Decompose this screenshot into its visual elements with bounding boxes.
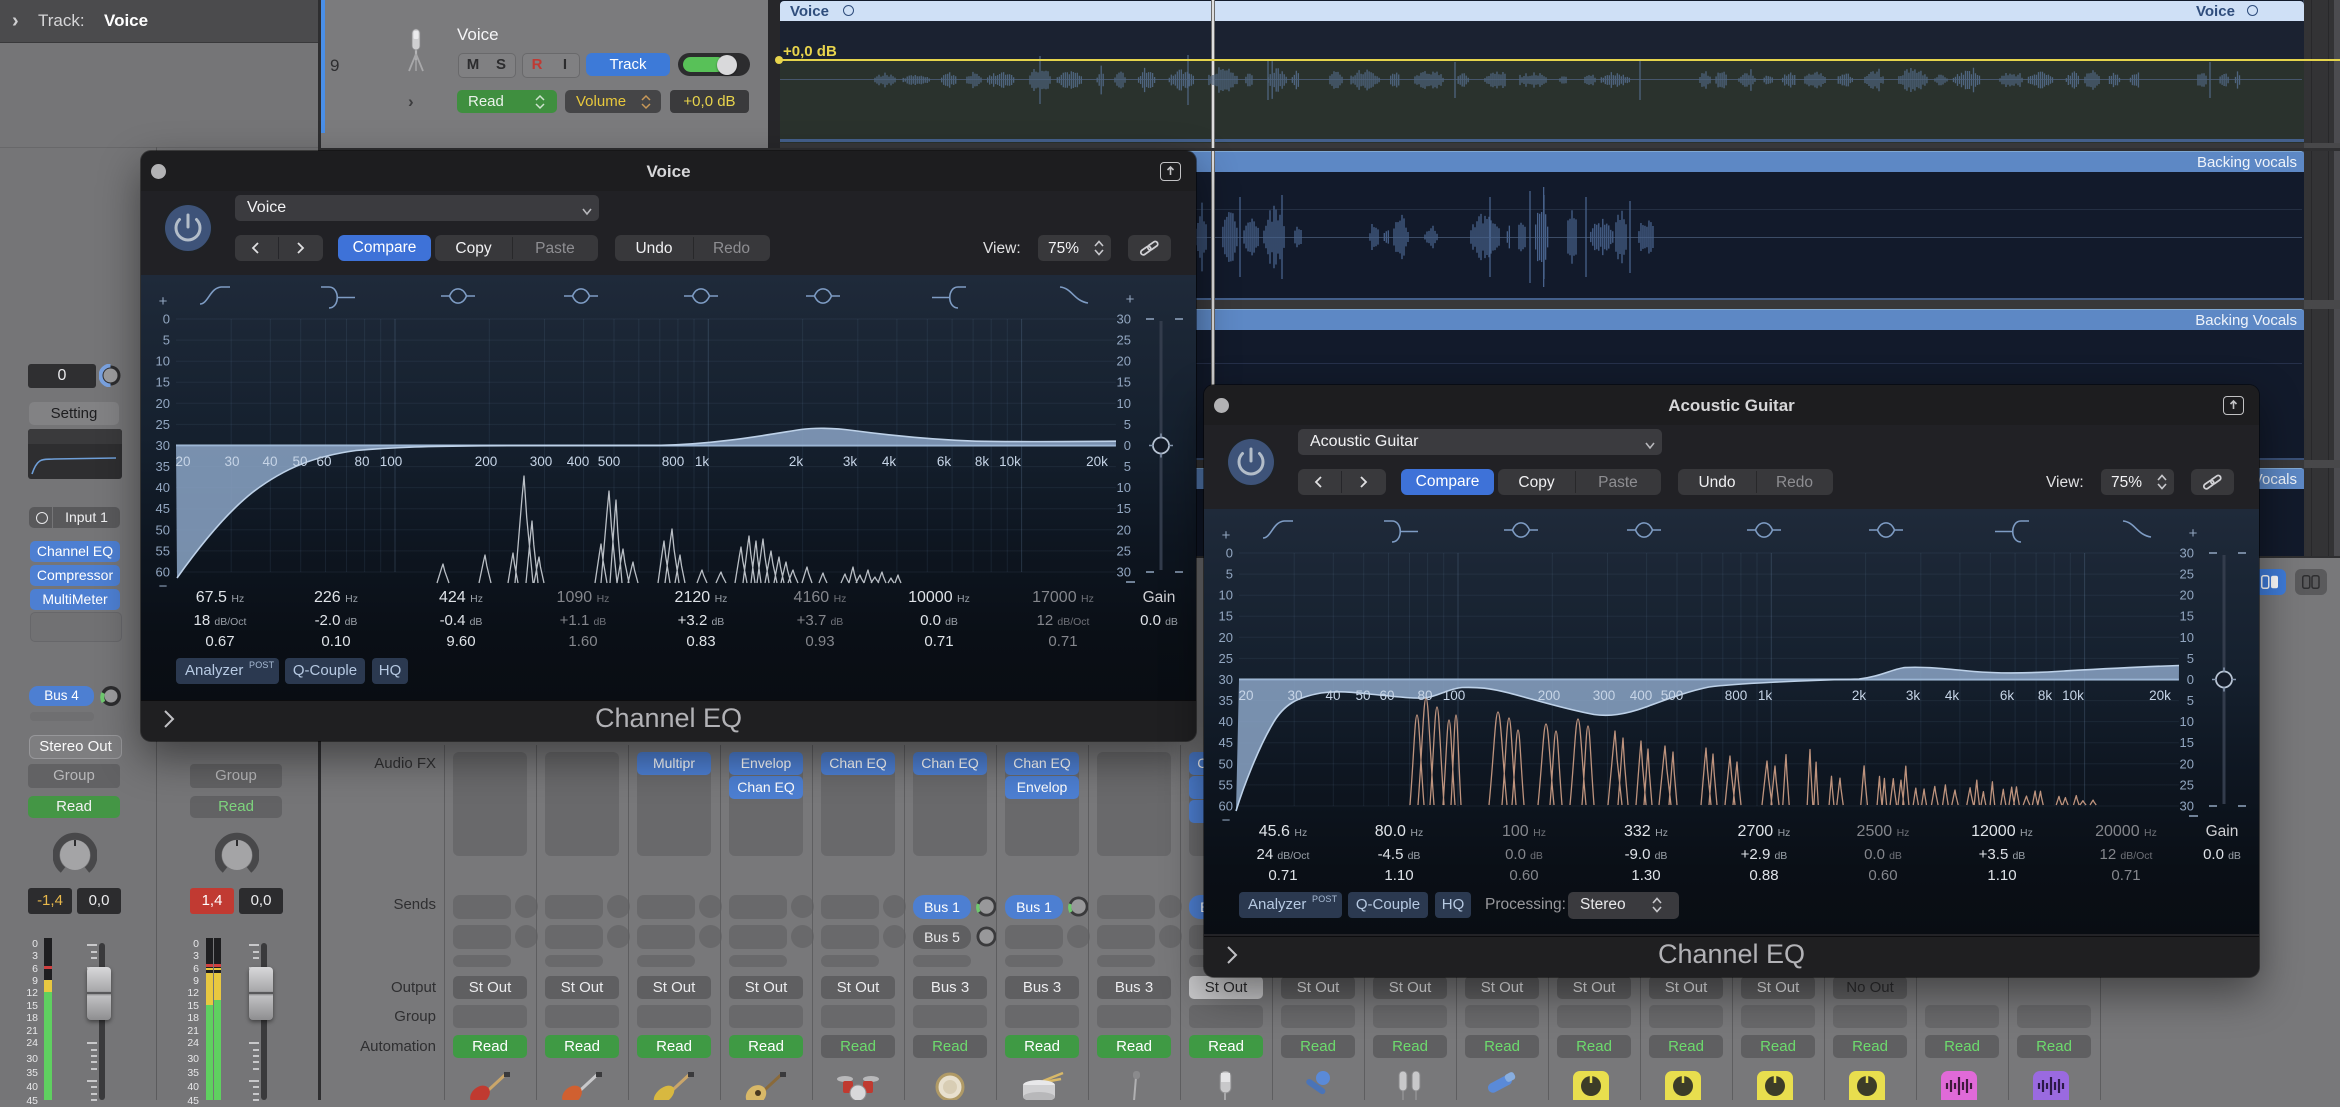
- svg-text:100: 100: [1443, 688, 1466, 703]
- svg-text:15: 15: [156, 375, 170, 390]
- svg-text:30: 30: [1117, 565, 1131, 580]
- svg-text:10: 10: [1117, 396, 1131, 411]
- svg-text:45: 45: [156, 501, 170, 516]
- svg-text:80: 80: [1417, 688, 1432, 703]
- svg-text:15: 15: [2180, 609, 2194, 624]
- svg-text:10: 10: [1117, 480, 1131, 495]
- svg-text:25: 25: [2180, 567, 2194, 582]
- svg-text:30: 30: [2180, 546, 2194, 561]
- svg-text:6k: 6k: [937, 454, 952, 469]
- svg-text:30: 30: [1287, 688, 1302, 703]
- svg-text:15: 15: [1219, 609, 1233, 624]
- svg-text:60: 60: [1379, 688, 1394, 703]
- svg-text:10: 10: [2180, 630, 2194, 645]
- svg-text:5: 5: [163, 333, 170, 348]
- svg-text:200: 200: [1538, 688, 1561, 703]
- svg-text:5: 5: [2187, 651, 2194, 666]
- svg-text:200: 200: [475, 454, 498, 469]
- svg-text:10: 10: [2180, 714, 2194, 729]
- svg-text:50: 50: [156, 522, 170, 537]
- svg-text:20: 20: [1117, 354, 1131, 369]
- svg-text:50: 50: [1219, 756, 1233, 771]
- svg-text:20: 20: [1219, 630, 1233, 645]
- svg-text:25: 25: [1117, 543, 1131, 558]
- svg-text:20: 20: [175, 454, 190, 469]
- svg-text:25: 25: [2180, 777, 2194, 792]
- svg-text:40: 40: [1325, 688, 1340, 703]
- svg-text:0: 0: [163, 312, 170, 327]
- svg-text:20: 20: [2180, 756, 2194, 771]
- svg-text:4k: 4k: [1945, 688, 1960, 703]
- svg-text:10k: 10k: [999, 454, 1021, 469]
- svg-text:500: 500: [598, 454, 621, 469]
- svg-text:30: 30: [224, 454, 239, 469]
- svg-text:5: 5: [1124, 417, 1131, 432]
- svg-text:55: 55: [156, 543, 170, 558]
- svg-text:30: 30: [1117, 312, 1131, 327]
- svg-text:+: +: [2189, 525, 2198, 542]
- svg-text:55: 55: [1219, 777, 1233, 792]
- svg-text:300: 300: [1593, 688, 1616, 703]
- svg-text:1k: 1k: [1758, 688, 1773, 703]
- svg-text:60: 60: [316, 454, 331, 469]
- svg-text:0: 0: [1124, 438, 1131, 453]
- svg-text:40: 40: [156, 480, 170, 495]
- svg-text:10: 10: [1219, 588, 1233, 603]
- svg-text:40: 40: [262, 454, 277, 469]
- svg-text:0: 0: [2187, 672, 2194, 687]
- svg-text:35: 35: [156, 459, 170, 474]
- svg-text:30: 30: [1219, 672, 1233, 687]
- svg-text:10k: 10k: [2062, 688, 2084, 703]
- svg-text:15: 15: [1117, 375, 1131, 390]
- svg-text:100: 100: [380, 454, 403, 469]
- svg-text:6k: 6k: [2000, 688, 2015, 703]
- svg-text:800: 800: [662, 454, 685, 469]
- svg-text:800: 800: [1725, 688, 1748, 703]
- svg-text:30: 30: [2180, 799, 2194, 814]
- svg-text:3k: 3k: [843, 454, 858, 469]
- svg-text:30: 30: [156, 438, 170, 453]
- svg-text:5: 5: [1226, 567, 1233, 582]
- svg-text:20: 20: [2180, 588, 2194, 603]
- svg-text:25: 25: [156, 417, 170, 432]
- svg-text:+: +: [159, 293, 168, 310]
- svg-text:20: 20: [156, 396, 170, 411]
- svg-text:20: 20: [1117, 522, 1131, 537]
- svg-text:45: 45: [1219, 735, 1233, 750]
- svg-text:0: 0: [1226, 546, 1233, 561]
- svg-text:400: 400: [1630, 688, 1653, 703]
- svg-text:20k: 20k: [1086, 454, 1108, 469]
- svg-text:40: 40: [1219, 714, 1233, 729]
- svg-text:5: 5: [2187, 693, 2194, 708]
- svg-text:15: 15: [1117, 501, 1131, 516]
- svg-text:50: 50: [1355, 688, 1370, 703]
- svg-text:8k: 8k: [975, 454, 990, 469]
- svg-text:400: 400: [567, 454, 590, 469]
- svg-text:5: 5: [1124, 459, 1131, 474]
- svg-text:1k: 1k: [695, 454, 710, 469]
- svg-text:25: 25: [1117, 333, 1131, 348]
- svg-text:2k: 2k: [1852, 688, 1867, 703]
- svg-text:50: 50: [292, 454, 307, 469]
- svg-text:35: 35: [1219, 693, 1233, 708]
- svg-text:3k: 3k: [1906, 688, 1921, 703]
- svg-text:10: 10: [156, 354, 170, 369]
- svg-text:15: 15: [2180, 735, 2194, 750]
- svg-text:20: 20: [1238, 688, 1253, 703]
- svg-text:80: 80: [354, 454, 369, 469]
- svg-text:+: +: [1126, 291, 1135, 308]
- svg-text:500: 500: [1661, 688, 1684, 703]
- svg-text:2k: 2k: [789, 454, 804, 469]
- svg-text:8k: 8k: [2038, 688, 2053, 703]
- svg-text:300: 300: [530, 454, 553, 469]
- svg-text:4k: 4k: [882, 454, 897, 469]
- svg-text:+: +: [1222, 527, 1231, 544]
- svg-text:25: 25: [1219, 651, 1233, 666]
- svg-text:20k: 20k: [2149, 688, 2171, 703]
